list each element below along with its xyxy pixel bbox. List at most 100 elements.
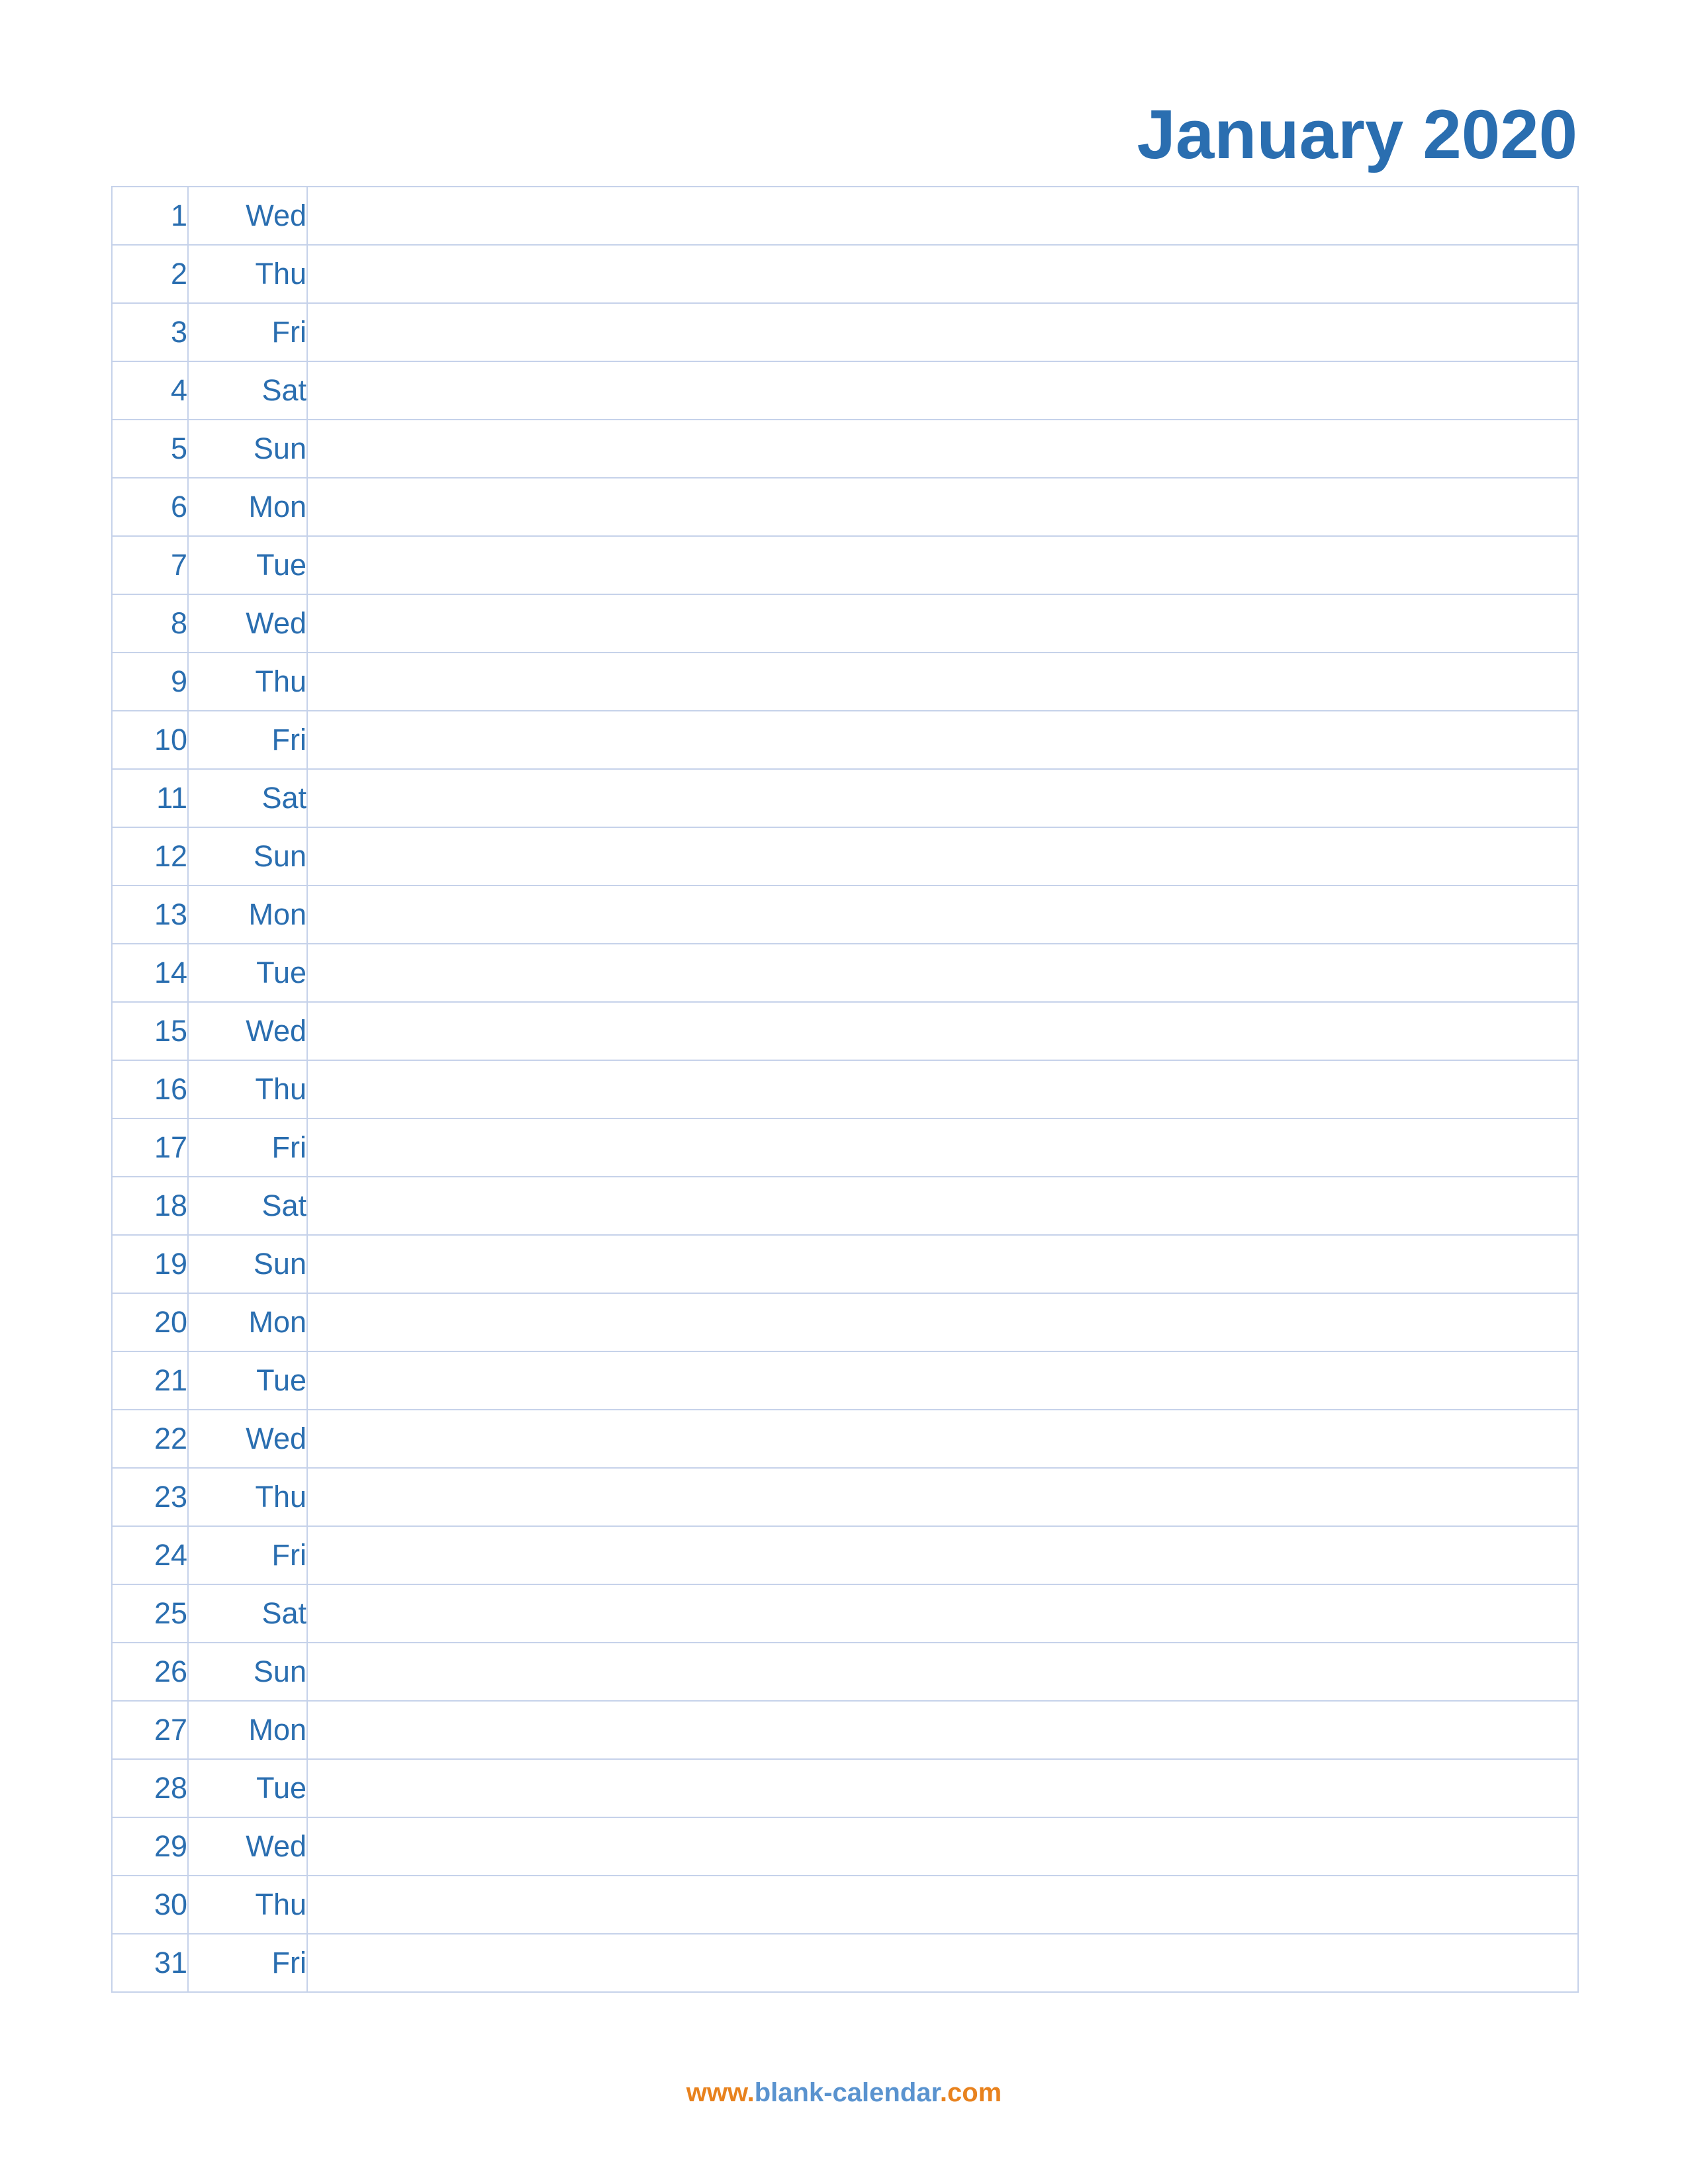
- table-row: 8 Wed: [111, 594, 1579, 653]
- day-number-cell: 28: [111, 1758, 189, 1818]
- table-row: 3 Fri: [111, 302, 1579, 362]
- table-row: 18 Sat: [111, 1176, 1579, 1236]
- weekday-cell: Tue: [187, 535, 308, 595]
- day-number-cell: 13: [111, 885, 189, 944]
- notes-cell[interactable]: [306, 1817, 1579, 1876]
- notes-cell[interactable]: [306, 652, 1579, 711]
- notes-cell[interactable]: [306, 1584, 1579, 1643]
- website-link[interactable]: www.blank-calendar.com: [686, 2078, 1002, 2107]
- calendar-page: January 2020 1 Wed 2 Thu 3 Fri 4 Sat 5 Sun 6 Mon 7 Tu…: [0, 0, 1688, 2184]
- weekday-cell: Wed: [187, 186, 308, 246]
- table-row: 5 Sun: [111, 419, 1579, 478]
- day-number-cell: 1: [111, 186, 189, 246]
- weekday-cell: Mon: [187, 477, 308, 537]
- notes-cell[interactable]: [306, 1176, 1579, 1236]
- notes-cell[interactable]: [306, 186, 1579, 246]
- day-number-cell: 21: [111, 1351, 189, 1410]
- day-number-cell: 25: [111, 1584, 189, 1643]
- notes-cell[interactable]: [306, 594, 1579, 653]
- weekday-cell: Thu: [187, 244, 308, 304]
- weekday-cell: Wed: [187, 1817, 308, 1876]
- notes-cell[interactable]: [306, 1467, 1579, 1527]
- day-number-cell: 8: [111, 594, 189, 653]
- day-number-cell: 6: [111, 477, 189, 537]
- calendar-header: January 2020: [111, 79, 1577, 172]
- notes-cell[interactable]: [306, 244, 1579, 304]
- weekday-cell: Tue: [187, 1351, 308, 1410]
- notes-cell[interactable]: [306, 1060, 1579, 1119]
- calendar-body: 1 Wed 2 Thu 3 Fri 4 Sat 5 Sun 6 Mon 7 Tue 8 Wed 9 Thu 10 Fr…: [111, 186, 1579, 1993]
- weekday-cell: Sat: [187, 1176, 308, 1236]
- day-number-cell: 23: [111, 1467, 189, 1527]
- weekday-cell: Tue: [187, 943, 308, 1003]
- notes-cell[interactable]: [306, 1700, 1579, 1760]
- notes-cell[interactable]: [306, 535, 1579, 595]
- table-row: 30 Thu: [111, 1875, 1579, 1934]
- weekday-cell: Mon: [187, 885, 308, 944]
- table-row: 23 Thu: [111, 1467, 1579, 1527]
- notes-cell[interactable]: [306, 302, 1579, 362]
- notes-cell[interactable]: [306, 1933, 1579, 1993]
- notes-cell[interactable]: [306, 1758, 1579, 1818]
- weekday-cell: Tue: [187, 1758, 308, 1818]
- table-row: 9 Thu: [111, 652, 1579, 711]
- notes-cell[interactable]: [306, 885, 1579, 944]
- day-number-cell: 5: [111, 419, 189, 478]
- website-tld: .com: [939, 2078, 1002, 2107]
- table-row: 11 Sat: [111, 768, 1579, 828]
- notes-cell[interactable]: [306, 827, 1579, 886]
- table-row: 19 Sun: [111, 1234, 1579, 1294]
- weekday-cell: Thu: [187, 1875, 308, 1934]
- notes-cell[interactable]: [306, 943, 1579, 1003]
- table-row: 31 Fri: [111, 1933, 1579, 1993]
- notes-cell[interactable]: [306, 768, 1579, 828]
- weekday-cell: Sun: [187, 419, 308, 478]
- notes-cell[interactable]: [306, 1525, 1579, 1585]
- table-row: 29 Wed: [111, 1817, 1579, 1876]
- page-title: January 2020: [1137, 96, 1577, 173]
- table-row: 6 Mon: [111, 477, 1579, 537]
- day-number-cell: 11: [111, 768, 189, 828]
- day-number-cell: 24: [111, 1525, 189, 1585]
- notes-cell[interactable]: [306, 1118, 1579, 1177]
- notes-cell[interactable]: [306, 1642, 1579, 1702]
- table-row: 25 Sat: [111, 1584, 1579, 1643]
- weekday-cell: Fri: [187, 1525, 308, 1585]
- notes-cell[interactable]: [306, 1001, 1579, 1061]
- weekday-cell: Sat: [187, 768, 308, 828]
- day-number-cell: 10: [111, 710, 189, 770]
- day-number-cell: 3: [111, 302, 189, 362]
- table-row: 21 Tue: [111, 1351, 1579, 1410]
- table-row: 4 Sat: [111, 361, 1579, 420]
- table-row: 12 Sun: [111, 827, 1579, 886]
- table-row: 17 Fri: [111, 1118, 1579, 1177]
- day-number-cell: 15: [111, 1001, 189, 1061]
- notes-cell[interactable]: [306, 1409, 1579, 1469]
- day-number-cell: 12: [111, 827, 189, 886]
- notes-cell[interactable]: [306, 361, 1579, 420]
- notes-cell[interactable]: [306, 419, 1579, 478]
- notes-cell[interactable]: [306, 710, 1579, 770]
- website-prefix: www.: [686, 2078, 755, 2107]
- day-number-cell: 9: [111, 652, 189, 711]
- notes-cell[interactable]: [306, 1351, 1579, 1410]
- weekday-cell: Thu: [187, 652, 308, 711]
- table-row: 10 Fri: [111, 710, 1579, 770]
- weekday-cell: Wed: [187, 1001, 308, 1061]
- table-row: 1 Wed: [111, 186, 1579, 246]
- weekday-cell: Sun: [187, 1234, 308, 1294]
- calendar-table: 1 Wed 2 Thu 3 Fri 4 Sat 5 Sun 6 Mon 7 Tue 8 Wed 9 Thu 10 Fr…: [111, 186, 1579, 1993]
- weekday-cell: Wed: [187, 1409, 308, 1469]
- weekday-cell: Mon: [187, 1700, 308, 1760]
- notes-cell[interactable]: [306, 1875, 1579, 1934]
- day-number-cell: 30: [111, 1875, 189, 1934]
- day-number-cell: 22: [111, 1409, 189, 1469]
- table-row: 14 Tue: [111, 943, 1579, 1003]
- day-number-cell: 20: [111, 1293, 189, 1352]
- day-number-cell: 31: [111, 1933, 189, 1993]
- notes-cell[interactable]: [306, 1293, 1579, 1352]
- table-row: 20 Mon: [111, 1293, 1579, 1352]
- weekday-cell: Thu: [187, 1467, 308, 1527]
- notes-cell[interactable]: [306, 1234, 1579, 1294]
- notes-cell[interactable]: [306, 477, 1579, 537]
